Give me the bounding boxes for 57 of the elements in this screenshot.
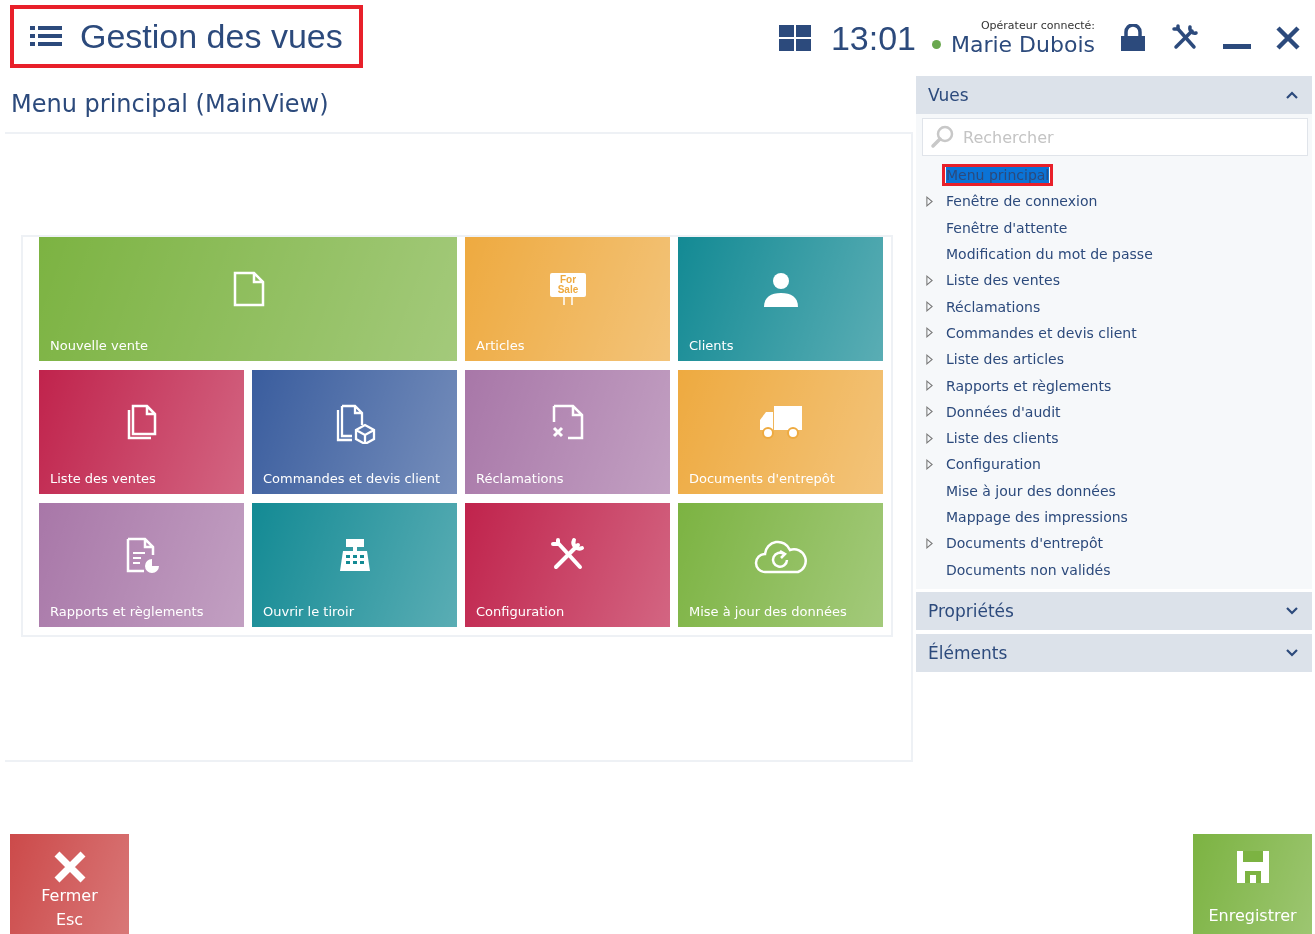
tree-item[interactable]: Mise à jour des données	[942, 479, 1120, 502]
tree-item[interactable]: Réclamations	[942, 295, 1045, 318]
section-header[interactable]: Propriétés	[916, 591, 1312, 630]
view-title: Menu principal (MainView)	[11, 90, 330, 118]
expand-arrow-icon[interactable]	[926, 274, 933, 286]
expand-arrow-icon[interactable]	[926, 432, 933, 444]
tree-item[interactable]: Mappage des impressions	[942, 506, 1132, 528]
tree-item[interactable]: Liste des articles	[942, 348, 1068, 371]
expand-arrow-icon[interactable]	[926, 380, 933, 391]
tree-item[interactable]: Modification du mot de passe	[942, 243, 1157, 266]
app-title: Gestion des vues	[80, 16, 343, 56]
cash-register-icon	[337, 537, 373, 573]
expand-arrow-icon[interactable]	[926, 537, 933, 549]
truck-icon	[758, 404, 804, 440]
menu-tile[interactable]: Commandes et devis client	[252, 370, 457, 494]
expand-arrow-icon[interactable]	[926, 458, 933, 470]
status-dot	[931, 40, 941, 49]
section-header[interactable]: Éléments	[916, 633, 1312, 672]
operator-label: Opérateur connecté:	[980, 19, 1095, 32]
menu-tile[interactable]: Liste des ventes	[39, 370, 244, 494]
operator-name: Marie Dubois	[950, 32, 1095, 57]
expand-arrow-icon[interactable]	[926, 195, 933, 207]
tools-icon[interactable]	[1171, 24, 1199, 52]
menu-icon[interactable]	[30, 24, 62, 48]
tree-item[interactable]: Fenêtre de connexion	[942, 190, 1102, 213]
tree-item[interactable]: Rapports et règlements	[942, 374, 1116, 397]
lock-icon[interactable]	[1119, 24, 1147, 52]
search-field[interactable]: Rechercher	[922, 118, 1308, 156]
document-x-icon	[550, 404, 586, 440]
person-icon	[762, 271, 800, 307]
section-header[interactable]: Vues	[916, 76, 1312, 114]
menu-tile[interactable]: Configuration	[465, 503, 670, 627]
expand-arrow-icon[interactable]	[926, 301, 933, 313]
chevron-icon	[1286, 606, 1298, 615]
clock-time: 13:01	[830, 18, 916, 58]
chevron-icon	[1286, 91, 1298, 99]
menu-tile[interactable]: Clients	[678, 237, 883, 361]
tree-item[interactable]: Fenêtre d'attente	[942, 216, 1072, 239]
report-icon	[124, 537, 160, 573]
tree-item[interactable]: Commandes et devis client	[942, 321, 1141, 344]
expand-arrow-icon[interactable]	[926, 327, 933, 339]
close-button[interactable]: Fermer Esc	[10, 834, 129, 934]
tree-item[interactable]: Liste des ventes	[942, 269, 1064, 292]
close-icon	[52, 850, 87, 884]
tree-item[interactable]: Documents non validés	[942, 558, 1115, 581]
grid-icon[interactable]	[778, 25, 811, 51]
tree-item[interactable]: Configuration	[942, 453, 1045, 476]
chevron-icon	[1286, 648, 1298, 657]
save-icon	[1235, 850, 1270, 884]
expand-arrow-icon[interactable]	[926, 406, 933, 418]
tree-item[interactable]: Documents d'entrepôt	[942, 532, 1107, 555]
minimize-icon[interactable]	[1223, 44, 1251, 50]
close-icon[interactable]	[1275, 25, 1301, 51]
tree-item[interactable]: Liste des clients	[942, 427, 1063, 450]
expand-arrow-icon[interactable]	[926, 353, 933, 365]
search-icon	[930, 125, 954, 149]
tree-item[interactable]: Données d'audit	[942, 400, 1065, 423]
